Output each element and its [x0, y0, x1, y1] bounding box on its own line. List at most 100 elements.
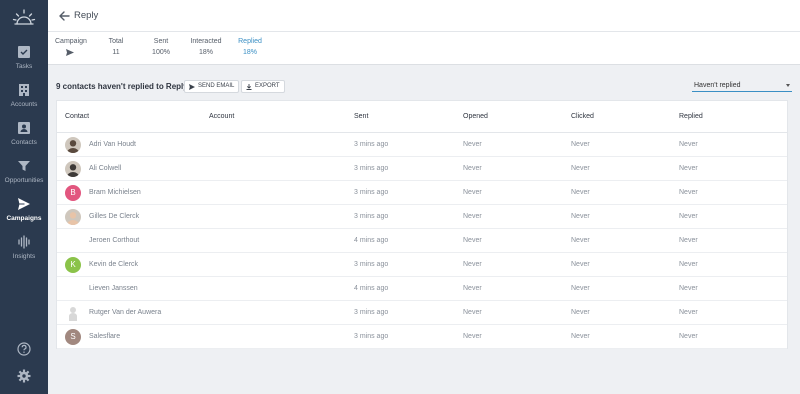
stat-label: Replied — [238, 38, 262, 45]
avatar — [65, 305, 81, 321]
cell-clicked: Never — [571, 261, 590, 268]
column-header-replied[interactable]: Replied — [679, 113, 703, 120]
page-title: Reply — [74, 10, 99, 21]
sidebar-item-label: Campaigns — [6, 215, 42, 222]
cell-replied: Never — [679, 333, 698, 340]
reply-filter-select[interactable]: Haven't replied — [692, 80, 792, 92]
stat-replied[interactable]: Replied 18% — [236, 38, 264, 56]
sidebar-item-label: Tasks — [15, 63, 33, 70]
contact-name[interactable]: Salesflare — [89, 333, 120, 340]
table-row[interactable]: S Salesflare 3 mins ago Never Never Never — [57, 325, 787, 349]
cell-sent: 4 mins ago — [354, 237, 389, 244]
send-email-label: SEND EMAIL — [198, 83, 235, 89]
column-header-clicked[interactable]: Clicked — [571, 113, 594, 120]
stat-value: 11 — [112, 49, 120, 56]
waveform-icon — [18, 235, 30, 249]
sidebar-item-label: Insights — [12, 253, 36, 260]
stat-total[interactable]: Total 11 — [103, 38, 129, 56]
avatar — [65, 161, 81, 177]
avatar — [65, 209, 81, 225]
avatar: S — [65, 329, 81, 345]
results-summary: 9 contacts haven't replied to Reply — [56, 82, 188, 91]
stat-value: 18% — [198, 49, 213, 56]
cell-clicked: Never — [571, 285, 590, 292]
table-row[interactable]: K Kevin de Clerck 3 mins ago Never Never Neve… — [57, 253, 787, 277]
table-row[interactable]: Adri Van Houdt 3 mins ago Never Never Never — [57, 133, 787, 157]
table-row[interactable]: Jeroen Corthout 4 mins ago Never Never Never — [57, 229, 787, 253]
list-toolbar: 9 contacts haven't replied to Reply SEND… — [48, 76, 800, 98]
sidebar: Tasks Accounts Contacts Opportunities Ca… — [0, 0, 48, 394]
column-header-account[interactable]: Account — [209, 113, 234, 120]
cell-sent: 3 mins ago — [354, 189, 389, 196]
campaign-stats-bar: Campaign Total 11 Sent 100% Interacted 1… — [48, 32, 800, 65]
cell-clicked: Never — [571, 213, 590, 220]
sidebar-item-contacts[interactable]: Contacts — [0, 121, 48, 159]
cell-sent: 3 mins ago — [354, 309, 389, 316]
table-row[interactable]: Ali Colwell 3 mins ago Never Never Never — [57, 157, 787, 181]
sidebar-item-accounts[interactable]: Accounts — [0, 83, 48, 121]
contact-name[interactable]: Kevin de Clerck — [89, 261, 138, 268]
export-button[interactable]: EXPORT — [241, 80, 285, 93]
export-label: EXPORT — [255, 83, 280, 89]
cell-replied: Never — [679, 261, 698, 268]
sidebar-item-tasks[interactable]: Tasks — [0, 45, 48, 83]
cell-clicked: Never — [571, 309, 590, 316]
cell-clicked: Never — [571, 333, 590, 340]
column-header-sent[interactable]: Sent — [354, 113, 368, 120]
cell-opened: Never — [463, 333, 482, 340]
contact-name[interactable]: Gilles De Clerck — [89, 213, 139, 220]
cell-sent: 3 mins ago — [354, 213, 389, 220]
contacts-icon — [18, 122, 30, 134]
cell-opened: Never — [463, 261, 482, 268]
sidebar-item-label: Accounts — [10, 101, 38, 108]
contact-name[interactable]: Bram Michielsen — [89, 189, 141, 196]
cell-clicked: Never — [571, 237, 590, 244]
header: Reply — [48, 0, 800, 32]
contacts-table: Contact Account Sent Opened Clicked Repl… — [56, 100, 788, 349]
stat-label: Total — [108, 38, 124, 45]
cell-replied: Never — [679, 213, 698, 220]
sidebar-item-label: Opportunities — [4, 177, 44, 184]
column-header-contact[interactable]: Contact — [65, 113, 89, 120]
back-arrow-icon[interactable] — [58, 10, 70, 22]
table-row[interactable]: Gilles De Clerck 3 mins ago Never Never Neve… — [57, 205, 787, 229]
cell-sent: 3 mins ago — [354, 333, 389, 340]
column-header-opened[interactable]: Opened — [463, 113, 488, 120]
stat-label: Campaign — [55, 38, 87, 45]
contact-name[interactable]: Lieven Janssen — [89, 285, 138, 292]
sidebar-item-campaigns[interactable]: Campaigns — [0, 197, 48, 235]
avatar: K — [65, 257, 81, 273]
cell-clicked: Never — [571, 165, 590, 172]
cell-clicked: Never — [571, 189, 590, 196]
cell-replied: Never — [679, 141, 698, 148]
cell-opened: Never — [463, 285, 482, 292]
download-icon — [246, 83, 252, 90]
stat-value: 18% — [242, 49, 257, 56]
table-header: Contact Account Sent Opened Clicked Repl… — [57, 101, 787, 133]
send-email-button[interactable]: SEND EMAIL — [184, 80, 240, 93]
table-row[interactable]: Lieven Janssen 4 mins ago Never Never Never — [57, 277, 787, 301]
table-row[interactable]: Rutger Van der Auwera 3 mins ago Never Neve… — [57, 301, 787, 325]
contact-name[interactable]: Rutger Van der Auwera — [89, 309, 161, 316]
avatar — [65, 137, 81, 153]
stat-campaign[interactable]: Campaign — [55, 38, 87, 56]
contact-name[interactable]: Adri Van Houdt — [89, 141, 136, 148]
contact-name[interactable]: Ali Colwell — [89, 165, 121, 172]
stat-sent[interactable]: Sent 100% — [148, 38, 174, 56]
sidebar-item-opportunities[interactable]: Opportunities — [0, 159, 48, 197]
stat-label: Sent — [153, 38, 169, 45]
table-row[interactable]: B Bram Michielsen 3 mins ago Never Never Neve… — [57, 181, 787, 205]
funnel-icon — [18, 161, 30, 171]
stat-value: 100% — [152, 49, 170, 56]
cell-opened: Never — [463, 165, 482, 172]
contact-name[interactable]: Jeroen Corthout — [89, 237, 139, 244]
cell-sent: 3 mins ago — [354, 165, 389, 172]
help-icon[interactable] — [17, 342, 31, 356]
sun-logo-icon[interactable] — [12, 7, 36, 31]
cell-sent: 4 mins ago — [354, 285, 389, 292]
stat-interacted[interactable]: Interacted 18% — [186, 38, 226, 56]
cell-opened: Never — [463, 213, 482, 220]
gear-icon[interactable] — [17, 369, 31, 383]
tasks-icon — [18, 46, 30, 58]
sidebar-item-insights[interactable]: Insights — [0, 235, 48, 273]
